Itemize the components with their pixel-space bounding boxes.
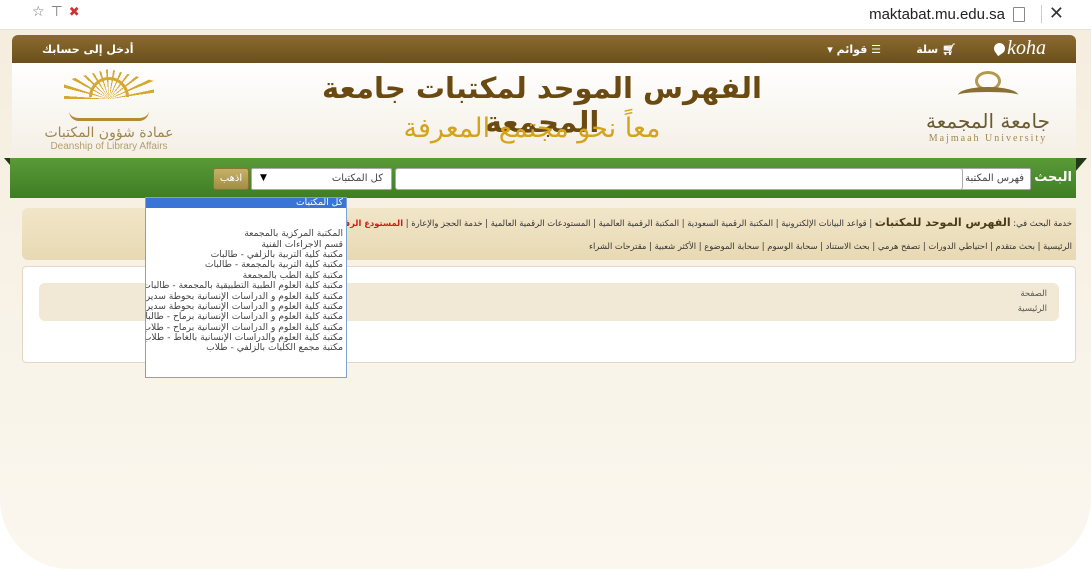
library-option[interactable]: قسم الاجراءات الفنية bbox=[146, 240, 346, 250]
library-option[interactable]: المكتبة المركزية بالمجمعة bbox=[146, 229, 346, 239]
broken-lock-icon[interactable]: ✖ bbox=[69, 5, 80, 20]
go-button[interactable]: اذهب bbox=[213, 168, 249, 190]
cart-label: سلة bbox=[916, 43, 939, 56]
ribbon-fold-right bbox=[1075, 158, 1087, 172]
library-option[interactable]: مكتبة كلية الطب بالمجمعة bbox=[146, 271, 346, 281]
search-label: البحث bbox=[1034, 170, 1072, 185]
pin-icon[interactable]: ⊤ bbox=[51, 4, 63, 20]
library-option[interactable]: مكتبة كلية العلوم والدراسات الإنسانية با… bbox=[146, 333, 346, 343]
library-select-value: كل المكتبات bbox=[331, 173, 383, 184]
bookmark-star-icon[interactable]: ☆ bbox=[32, 4, 45, 20]
library-option[interactable]: مكتبة كلية العلوم الطبية التطبيقية بالمج… bbox=[146, 281, 346, 291]
koha-brand-text: koha bbox=[1007, 37, 1046, 59]
library-option[interactable] bbox=[146, 219, 346, 229]
chevron-down-icon: ▾ bbox=[827, 43, 833, 56]
library-option[interactable]: مكتبة كلية التربية بالزلفي - طالبات bbox=[146, 250, 346, 260]
services-prefix: خدمة البحث في: bbox=[1013, 218, 1072, 228]
open-book-icon bbox=[69, 111, 149, 121]
page-frame: أدخل إلى حسابك ▾ قوائم ☰ سلة 🛒︎ koha عما… bbox=[0, 30, 1091, 569]
library-option[interactable]: مكتبة كلية التربية بالمجمعة - طالبات bbox=[146, 260, 346, 270]
university-name-en: Majmaah University bbox=[928, 133, 1048, 144]
header-banner: عمادة شؤون المكتبات Deanship of Library … bbox=[12, 63, 1076, 158]
library-option[interactable]: مكتبة مجمع الكليات بالزلفي - طلاب bbox=[146, 343, 346, 353]
address-bar-url[interactable]: maktabat.mu.edu.sa bbox=[869, 6, 1005, 23]
cart-link[interactable]: سلة 🛒︎ bbox=[916, 43, 956, 56]
deanship-name-ar: عمادة شؤون المكتبات bbox=[44, 125, 174, 141]
library-option[interactable]: مكتبة كلية العلوم و الدراسات الإنسانية ب… bbox=[146, 292, 346, 302]
toolbar-status-icons: ☆ ⊤ ✖ bbox=[32, 4, 80, 20]
library-option[interactable]: كل المكتبات bbox=[146, 198, 346, 209]
lists-label: قوائم bbox=[836, 43, 868, 56]
search-services-row: خدمة البحث في: الفهرس الموحد للمكتبات | … bbox=[331, 216, 1072, 229]
library-dropdown-list[interactable]: كل المكتبات المكتبة المركزية بالمجمعة قسم … bbox=[145, 197, 347, 378]
login-link[interactable]: أدخل إلى حسابك bbox=[42, 43, 133, 56]
koha-leaf-icon bbox=[991, 40, 1008, 57]
library-option[interactable]: مكتبة كلية العلوم و الدراسات الإنسانية ب… bbox=[146, 323, 346, 333]
lists-menu[interactable]: ▾ قوائم ☰ bbox=[827, 43, 881, 56]
close-icon[interactable]: ✕ bbox=[1049, 3, 1064, 24]
deanship-name-en: Deanship of Library Affairs bbox=[50, 141, 168, 152]
koha-logo[interactable]: koha bbox=[991, 37, 1046, 60]
list-icon: ☰ bbox=[871, 43, 881, 56]
page-icon[interactable] bbox=[1013, 7, 1025, 22]
link-union-catalog[interactable]: الفهرس الموحد للمكتبات bbox=[875, 216, 1011, 229]
cart-icon: 🛒︎ bbox=[942, 43, 956, 56]
top-navbar: أدخل إلى حسابك ▾ قوائم ☰ سلة 🛒︎ koha bbox=[12, 35, 1076, 63]
deanship-logo: عمادة شؤون المكتبات Deanship of Library … bbox=[34, 69, 184, 153]
sun-emblem-icon bbox=[64, 69, 154, 109]
breadcrumb-line-1[interactable]: الصفحة bbox=[1020, 289, 1047, 299]
library-option[interactable]: مكتبة كلية العلوم و الدراسات الإنسانية ب… bbox=[146, 302, 346, 312]
university-logo: جامعة المجمعة Majmaah University bbox=[908, 69, 1068, 153]
opac-nav-links[interactable]: الرئيسية | بحث متقدم | احتياطي الدورات |… bbox=[589, 241, 1072, 251]
browser-toolbar: ☆ ⊤ ✖ maktabat.mu.edu.sa ✕ bbox=[0, 0, 1091, 30]
search-bar: البحث فهرس المكتبة ▼ كل المكتبات ▼ اذهب bbox=[10, 158, 1076, 198]
services-links[interactable]: | قواعد البيانات الإلكترونية | المكتبة ا… bbox=[406, 218, 872, 228]
library-option[interactable] bbox=[146, 208, 346, 218]
search-input[interactable] bbox=[395, 168, 963, 190]
library-option[interactable]: مكتبة كلية العلوم و الدراسات الإنسانية ب… bbox=[146, 312, 346, 322]
university-emblem-icon bbox=[953, 69, 1023, 105]
site-slogan: معاً نحو مجتمع المعرفة bbox=[403, 113, 661, 144]
toolbar-divider bbox=[1041, 5, 1042, 23]
breadcrumb-line-2[interactable]: الرئيسية bbox=[1018, 304, 1047, 314]
university-name-ar: جامعة المجمعة bbox=[926, 109, 1050, 133]
search-category-value: فهرس المكتبة bbox=[965, 173, 1024, 184]
library-select[interactable]: كل المكتبات ▼ bbox=[251, 168, 392, 190]
chevron-down-icon: ▼ bbox=[260, 173, 267, 183]
